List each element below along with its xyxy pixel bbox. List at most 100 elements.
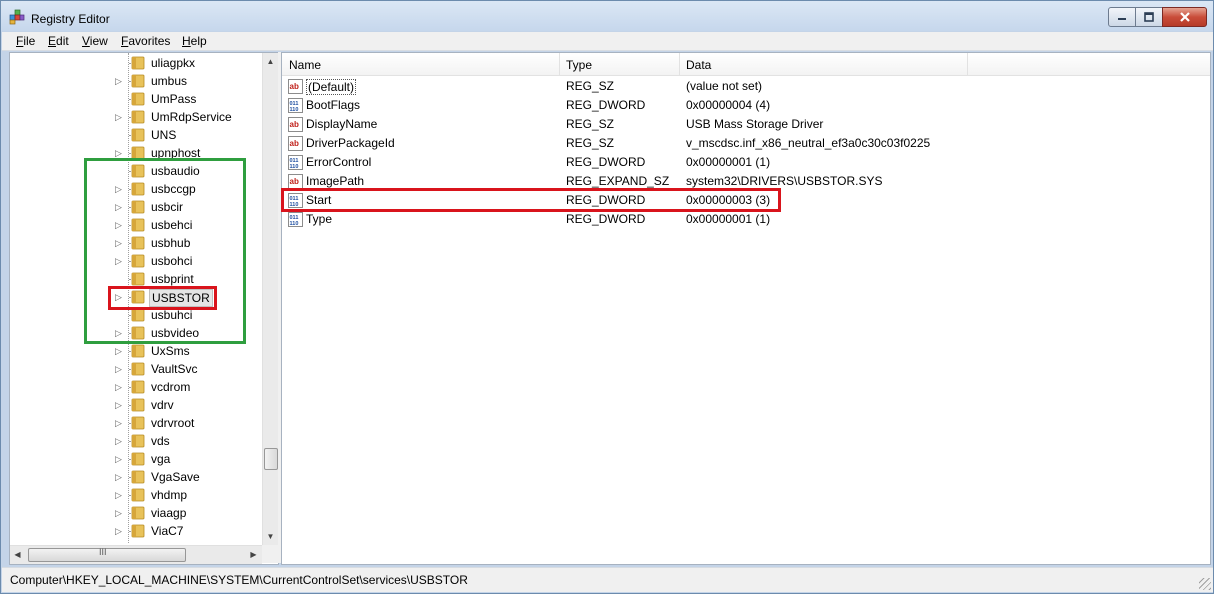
scroll-down-button[interactable]: ▼ (263, 528, 278, 545)
folder-icon (131, 74, 145, 88)
value-name: (Default) (306, 79, 357, 95)
tree-node-usbhub[interactable]: ▷ usbhub (10, 234, 262, 252)
expand-arrow-icon[interactable]: ▷ (115, 346, 123, 356)
tree-node-uxsms[interactable]: ▷ UxSms (10, 342, 262, 360)
tree-node-vdrvroot[interactable]: ▷ vdrvroot (10, 414, 262, 432)
tree-node-umbus[interactable]: ▷ umbus (10, 72, 262, 90)
expand-arrow-icon[interactable]: ▷ (115, 490, 123, 500)
tree-vertical-scrollbar[interactable]: ▲ ▼ (262, 53, 278, 545)
folder-icon (131, 344, 145, 358)
tree-node-label: vga (151, 452, 171, 466)
menu-help[interactable]: Help (182, 34, 207, 48)
tree-node-usbehci[interactable]: ▷ usbehci (10, 216, 262, 234)
expand-arrow-icon[interactable]: ▷ (115, 364, 123, 374)
tree-node-usbvideo[interactable]: ▷ usbvideo (10, 324, 262, 342)
tree-node-label: usbuhci (151, 308, 193, 322)
value-row-default[interactable]: ab (Default) REG_SZ (value not set) (282, 77, 1210, 96)
column-header-name[interactable]: Name (282, 53, 560, 75)
expand-arrow-icon[interactable]: ▷ (115, 220, 123, 230)
menu-edit[interactable]: Edit (48, 34, 69, 48)
vertical-scroll-thumb[interactable] (264, 448, 278, 470)
scroll-right-button[interactable]: ▶ (246, 546, 261, 563)
expand-arrow-icon[interactable]: ▷ (115, 184, 123, 194)
expand-arrow-icon[interactable]: ▷ (115, 382, 123, 392)
tree-node-label: vdrvroot (151, 416, 195, 430)
folder-icon (131, 380, 145, 394)
expand-arrow-icon[interactable]: ▷ (115, 112, 123, 122)
horizontal-scroll-thumb[interactable]: III (28, 547, 186, 562)
value-row-driverpackageid[interactable]: ab DriverPackageId REG_SZ v_mscdsc.inf_x86_… (282, 134, 1210, 153)
value-data: 0x00000001 (1) (686, 212, 771, 226)
expand-arrow-icon[interactable]: ▷ (115, 418, 123, 428)
expand-arrow-icon[interactable]: ▷ (115, 76, 123, 86)
tree-node-label: UmPass (151, 92, 197, 106)
value-row-start[interactable]: 011 110 Start REG_DWORD 0x00000003 (3) (282, 191, 1210, 210)
value-row-displayname[interactable]: ab DisplayName REG_SZ USB Mass Storage Driv… (282, 115, 1210, 134)
value-row-bootflags[interactable]: 011 110 BootFlags REG_DWORD 0x00000004 (4) (282, 96, 1210, 115)
tree-node-upnphost[interactable]: ▷ upnphost (10, 144, 262, 162)
tree-node-viac7[interactable]: ▷ ViaC7 (10, 522, 262, 540)
column-header-type[interactable]: Type (559, 53, 680, 75)
tree-horizontal-scrollbar[interactable]: ◀ III ▶ (10, 545, 262, 564)
window-title: Registry Editor (31, 12, 110, 26)
expand-arrow-icon[interactable]: ▷ (115, 256, 123, 266)
svg-text:ab: ab (290, 82, 299, 91)
value-row-errorcontrol[interactable]: 011 110 ErrorControl REG_DWORD 0x00000001 (1… (282, 153, 1210, 172)
expand-arrow-icon[interactable]: ▷ (115, 526, 123, 536)
tree-node-viaagp[interactable]: ▷ viaagp (10, 504, 262, 522)
scroll-left-button[interactable]: ◀ (10, 546, 25, 563)
tree-node-vds[interactable]: ▷ vds (10, 432, 262, 450)
maximize-button[interactable] (1135, 7, 1163, 27)
close-button[interactable] (1162, 7, 1207, 27)
tree-node-usbcir[interactable]: ▷ usbcir (10, 198, 262, 216)
resize-grip-icon[interactable] (1199, 578, 1211, 590)
value-row-type[interactable]: 011 110 Type REG_DWORD 0x00000001 (1) (282, 210, 1210, 229)
values-list-pane[interactable]: Name Type Data ab (Default) REG_SZ (value n… (281, 52, 1211, 565)
tree-node-umpass[interactable]: UmPass (10, 90, 262, 108)
folder-icon (131, 110, 145, 124)
folder-icon (131, 254, 145, 268)
tree-node-vgasave[interactable]: ▷ VgaSave (10, 468, 262, 486)
scroll-grip-text: III (99, 547, 107, 557)
tree-node-usbohci[interactable]: ▷ usbohci (10, 252, 262, 270)
svg-text:ab: ab (290, 177, 299, 186)
tree-node-usbccgp[interactable]: ▷ usbccgp (10, 180, 262, 198)
menu-bar: File Edit View Favorites Help (2, 32, 1213, 51)
minimize-button[interactable] (1108, 7, 1136, 27)
expand-arrow-icon[interactable]: ▷ (115, 400, 123, 410)
expand-arrow-icon[interactable]: ▷ (115, 472, 123, 482)
tree-node-uliagpkx[interactable]: uliagpkx (10, 54, 262, 72)
menu-view[interactable]: View (82, 34, 108, 48)
expand-arrow-icon[interactable]: ▷ (115, 202, 123, 212)
menu-file[interactable]: File (16, 34, 35, 48)
tree-node-vcdrom[interactable]: ▷ vcdrom (10, 378, 262, 396)
value-row-imagepath[interactable]: ab ImagePath REG_EXPAND_SZ system32\DRIVERS… (282, 172, 1210, 191)
tree-node-usbstor[interactable]: ▷ USBSTOR (10, 288, 262, 307)
value-name: DisplayName (306, 117, 378, 131)
tree-node-label: vcdrom (151, 380, 191, 394)
tree-node-label: UxSms (151, 344, 190, 358)
tree-node-usbprint[interactable]: usbprint (10, 270, 262, 288)
expand-arrow-icon[interactable]: ▷ (115, 292, 123, 302)
key-tree-pane[interactable]: uliagpkx ▷ umbus UmPass ▷ UmRdpService UNS ▷ upn… (9, 52, 279, 565)
expand-arrow-icon[interactable]: ▷ (115, 328, 123, 338)
menu-favorites[interactable]: Favorites (121, 34, 170, 48)
scroll-up-button[interactable]: ▲ (263, 53, 278, 70)
tree-node-vdrv[interactable]: ▷ vdrv (10, 396, 262, 414)
tree-node-usbuhci[interactable]: usbuhci (10, 306, 262, 324)
tree-node-vhdmp[interactable]: ▷ vhdmp (10, 486, 262, 504)
expand-arrow-icon[interactable]: ▷ (115, 238, 123, 248)
tree-node-umrdpservice[interactable]: ▷ UmRdpService (10, 108, 262, 126)
tree-node-vaultsvc[interactable]: ▷ VaultSvc (10, 360, 262, 378)
tree-node-vga[interactable]: ▷ vga (10, 450, 262, 468)
expand-arrow-icon[interactable]: ▷ (115, 454, 123, 464)
column-header-data[interactable]: Data (679, 53, 968, 75)
expand-arrow-icon[interactable]: ▷ (115, 436, 123, 446)
title-bar[interactable]: Registry Editor (1, 1, 1213, 31)
registry-editor-icon (9, 9, 25, 25)
key-tree[interactable]: uliagpkx ▷ umbus UmPass ▷ UmRdpService UNS ▷ upn… (10, 53, 262, 545)
expand-arrow-icon[interactable]: ▷ (115, 148, 123, 158)
tree-node-uns[interactable]: UNS (10, 126, 262, 144)
tree-node-usbaudio[interactable]: usbaudio (10, 162, 262, 180)
expand-arrow-icon[interactable]: ▷ (115, 508, 123, 518)
